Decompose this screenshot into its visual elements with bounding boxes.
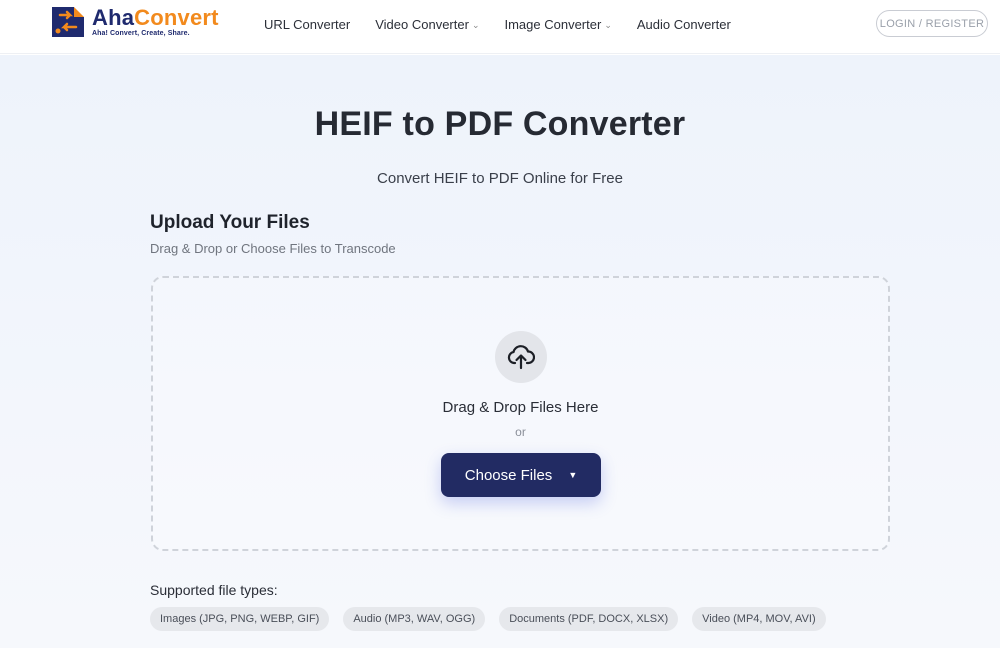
cloud-upload-icon [495, 331, 547, 383]
upload-section-subtitle: Drag & Drop or Choose Files to Transcode [150, 241, 396, 256]
drop-instruction: Drag & Drop Files Here [442, 399, 599, 416]
main-nav: URL Converter Video Converter ⌄ Image Co… [264, 15, 731, 33]
brand-name-part1: Aha [92, 5, 135, 30]
nav-item-label: Video Converter [375, 16, 469, 32]
nav-item-label: Audio Converter [636, 16, 731, 32]
main-content: HEIF to PDF Converter Convert HEIF to PD… [0, 55, 1000, 648]
nav-item-image-converter[interactable]: Image Converter ⌄ [504, 15, 611, 33]
choose-files-button[interactable]: Choose Files ▼ [441, 453, 601, 497]
chevron-down-icon: ⌄ [471, 19, 480, 30]
upload-section-title: Upload Your Files [150, 212, 310, 233]
brand-logo[interactable]: AhaConvert Aha! Convert, Create, Share. [50, 5, 219, 45]
nav-item-video-converter[interactable]: Video Converter ⌄ [375, 15, 479, 33]
file-dropzone[interactable]: Drag & Drop Files Here or Choose Files ▼ [151, 276, 890, 551]
chevron-down-icon: ⌄ [604, 19, 612, 30]
or-separator: or [515, 425, 526, 439]
nav-item-label: URL Converter [264, 16, 351, 32]
file-type-chip-video: Video (MP4, MOV, AVI) [692, 607, 826, 631]
page-subtitle: Convert HEIF to PDF Online for Free [377, 170, 623, 187]
file-type-chip-audio: Audio (MP3, WAV, OGG) [343, 607, 486, 631]
brand-tagline: Aha! Convert, Create, Share. [92, 30, 190, 37]
supported-types-label: Supported file types: [150, 582, 278, 598]
supported-types-list: Images (JPG, PNG, WEBP, GIF) Audio (MP3,… [150, 607, 840, 631]
caret-down-icon: ▼ [568, 470, 578, 480]
brand-name-part2: Convert [134, 5, 219, 30]
logo-mark-icon [50, 5, 88, 39]
page-title: HEIF to PDF Converter [314, 105, 686, 143]
site-header: AhaConvert Aha! Convert, Create, Share. … [0, 0, 1000, 54]
nav-item-audio-converter[interactable]: Audio Converter [637, 15, 731, 33]
nav-item-label: Image Converter [504, 16, 602, 32]
file-type-chip-images: Images (JPG, PNG, WEBP, GIF) [150, 607, 330, 631]
choose-files-label: Choose Files [464, 466, 553, 484]
login-register-button[interactable]: LOGIN / REGISTER [876, 10, 988, 37]
nav-item-url-converter[interactable]: URL Converter [264, 15, 350, 33]
file-type-chip-documents: Documents (PDF, DOCX, XLSX) [499, 607, 679, 631]
brand-name: AhaConvert [92, 5, 219, 31]
